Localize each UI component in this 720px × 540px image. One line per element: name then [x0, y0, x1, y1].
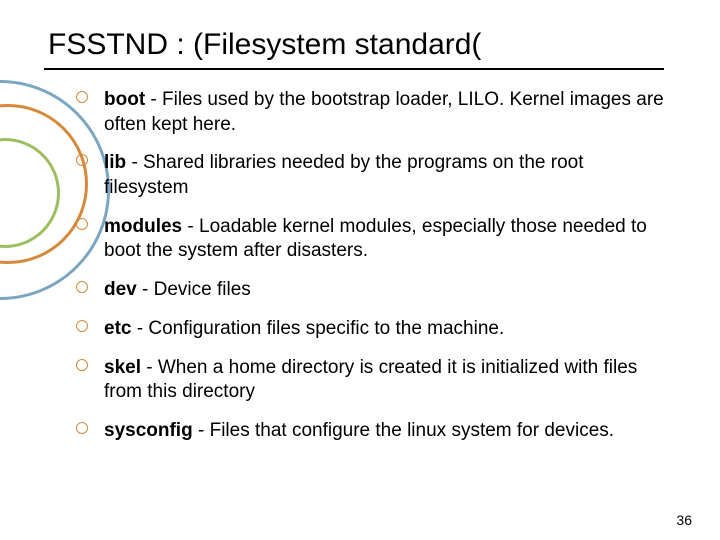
term: modules: [104, 216, 182, 237]
bullet-icon: [76, 281, 88, 293]
list-item: dev - Device files: [76, 278, 670, 303]
list-item: sysconfig - Files that configure the lin…: [76, 419, 670, 444]
desc: - When a home directory is created it is…: [104, 357, 637, 403]
term: skel: [104, 357, 141, 378]
list-item: boot - Files used by the bootstrap loade…: [76, 88, 670, 137]
slide: FSSTND : (Filesystem standard( boot - Fi…: [0, 0, 720, 540]
title-rule: [44, 68, 664, 70]
term: lib: [104, 152, 126, 173]
slide-title: FSSTND : (Filesystem standard(: [44, 28, 670, 62]
list-item: lib - Shared libraries needed by the pro…: [76, 151, 670, 200]
page-number: 36: [676, 512, 692, 528]
bullet-icon: [76, 359, 88, 371]
bullet-icon: [76, 154, 88, 166]
list-item: modules - Loadable kernel modules, espec…: [76, 215, 670, 264]
desc: - Files that configure the linux system …: [193, 420, 614, 441]
bullet-icon: [76, 218, 88, 230]
bullet-icon: [76, 422, 88, 434]
desc: - Configuration files specific to the ma…: [131, 318, 504, 339]
desc: - Device files: [137, 279, 251, 300]
list-item: skel - When a home directory is created …: [76, 356, 670, 405]
list-item: etc - Configuration files specific to th…: [76, 317, 670, 342]
term: etc: [104, 318, 131, 339]
bullet-icon: [76, 320, 88, 332]
bullet-icon: [76, 91, 88, 103]
term: dev: [104, 279, 137, 300]
bullet-list: boot - Files used by the bootstrap loade…: [44, 88, 670, 444]
desc: - Files used by the bootstrap loader, LI…: [104, 89, 664, 135]
desc: - Shared libraries needed by the program…: [104, 152, 584, 198]
term: sysconfig: [104, 420, 193, 441]
term: boot: [104, 89, 145, 110]
desc: - Loadable kernel modules, especially th…: [104, 216, 647, 262]
